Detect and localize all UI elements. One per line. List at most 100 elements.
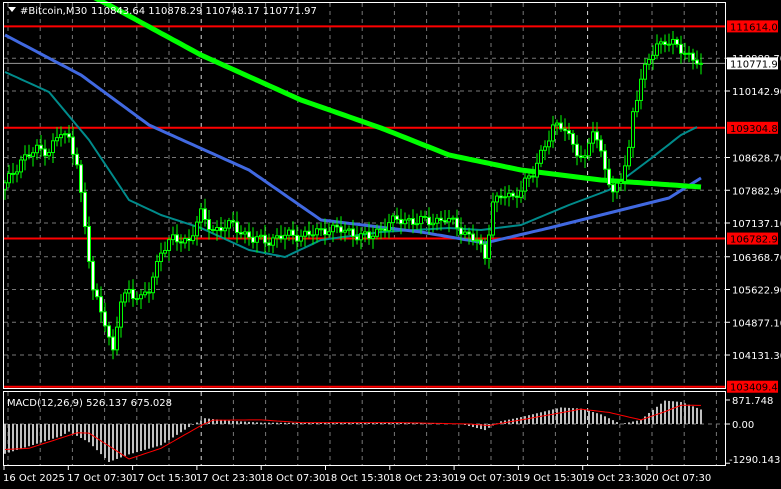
time-label: 18 Oct 23:30 [389, 473, 454, 484]
candle-body [575, 143, 579, 157]
candle-body [247, 231, 251, 238]
candle-body [123, 292, 127, 303]
candle-body [299, 235, 303, 242]
candle-body [171, 234, 175, 241]
candle-body [459, 227, 463, 235]
level-price-label: 111614.09 [730, 22, 781, 33]
candle-body [51, 140, 55, 154]
candle-body [191, 235, 195, 242]
candle-body [239, 231, 243, 235]
macd-axis-label: 0.00 [732, 420, 754, 431]
candle-body [151, 276, 155, 294]
candle-body [35, 144, 39, 154]
candle-body [167, 239, 171, 251]
candle-body [599, 139, 603, 152]
candle-body [119, 301, 123, 328]
candle-body [375, 228, 379, 237]
candle-body [659, 41, 663, 45]
candle-body [19, 159, 23, 173]
candle-body [83, 191, 87, 227]
time-label: 18 Oct 07:30 [260, 473, 325, 484]
candle-body [111, 336, 115, 351]
candle-body [675, 38, 679, 45]
candle-body [571, 133, 575, 145]
candle-body [579, 155, 583, 158]
candle-body [63, 133, 67, 136]
candle-body [527, 175, 531, 179]
candle-body [331, 224, 335, 233]
candle-body [95, 289, 99, 298]
candle-body [267, 242, 271, 246]
price-label: 110142.90 [732, 87, 781, 98]
candle-body [603, 150, 607, 170]
candle-body [471, 233, 475, 242]
candle-body [287, 229, 291, 236]
candle-body [283, 234, 287, 240]
candle-body [591, 131, 595, 144]
current-price-label: 110771.97 [730, 59, 781, 70]
candle-body [207, 219, 211, 231]
candle-body [275, 235, 279, 239]
candle-body [519, 190, 523, 198]
candle-body [587, 142, 591, 157]
candle-body [135, 298, 139, 301]
candle-body [55, 137, 59, 142]
trading-chart[interactable]: 110888.70110142.90108628.70107882.901071… [0, 0, 781, 489]
price-label: 108628.70 [732, 153, 781, 164]
time-label: 17 Oct 23:30 [196, 473, 261, 484]
candle-body [531, 175, 535, 178]
macd-axis-label: -1290.143 [729, 455, 780, 466]
candle-body [523, 177, 527, 192]
level-price-label: 106782.97 [730, 235, 781, 246]
candle-body [223, 227, 227, 232]
candle-body [187, 238, 191, 242]
candle-body [183, 238, 187, 244]
candle-body [43, 148, 47, 157]
candle-body [231, 220, 235, 223]
candle-body [447, 217, 451, 223]
time-label: 19 Oct 15:30 [517, 473, 582, 484]
candle-body [159, 252, 163, 262]
candle-body [483, 243, 487, 259]
candle-body [359, 233, 363, 241]
candle-body [235, 221, 239, 233]
price-label: 105622.90 [732, 286, 781, 297]
candle-body [595, 131, 599, 141]
candle-body [91, 260, 95, 291]
candle-body [543, 146, 547, 151]
candle-body [391, 215, 395, 224]
candle-body [155, 260, 159, 278]
price-label: 107882.90 [732, 186, 781, 197]
candle-body [75, 153, 79, 166]
candle-body [47, 152, 51, 157]
time-label: 17 Oct 07:30 [67, 473, 132, 484]
candle-body [439, 217, 443, 221]
candle-body [691, 52, 695, 61]
candle-body [307, 230, 311, 236]
candle-body [615, 182, 619, 193]
candle-body [555, 122, 559, 126]
candle-body [195, 221, 199, 237]
candle-body [227, 220, 231, 229]
candle-body [259, 234, 263, 238]
candle-body [7, 172, 11, 184]
candle-body [311, 234, 315, 237]
candle-body [499, 195, 503, 199]
candle-body [507, 192, 511, 198]
candle-body [343, 229, 347, 233]
candle-body [655, 43, 659, 56]
candle-body [323, 228, 327, 236]
candle-body [71, 136, 75, 155]
candle-body [643, 63, 647, 80]
candle-body [27, 154, 31, 157]
candle-body [695, 59, 699, 65]
candle-body [463, 231, 467, 235]
candle-body [651, 54, 655, 60]
price-label: 104877.10 [732, 318, 781, 329]
candle-body [115, 326, 119, 351]
candle-body [415, 223, 419, 226]
candle-body [431, 222, 435, 226]
candle-body [631, 111, 635, 148]
candle-body [139, 294, 143, 300]
candle-body [627, 146, 631, 167]
